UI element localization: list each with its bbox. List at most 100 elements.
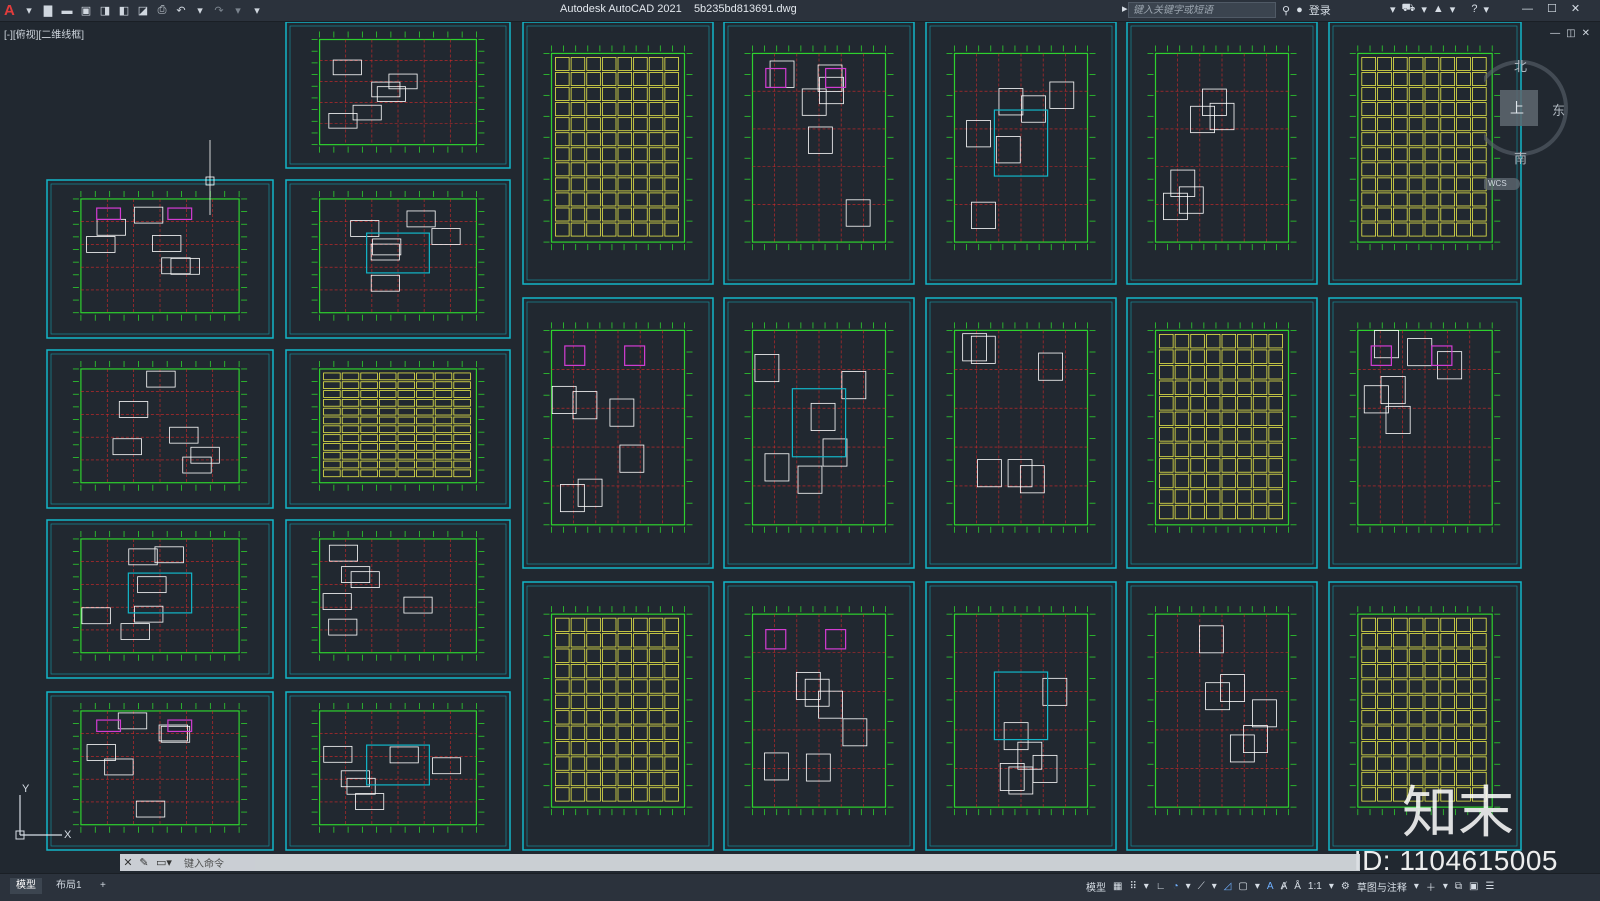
snap-icon[interactable]: ⠿ — [1129, 881, 1136, 892]
drawing-sheet — [925, 21, 1117, 285]
workspace-dropdown-icon[interactable]: ▾ — [1414, 881, 1419, 892]
cmd-recent-icon[interactable]: ▭▾ — [152, 856, 176, 869]
save-icon[interactable]: ▣ — [78, 3, 94, 19]
drawing-sheet — [285, 519, 511, 679]
drawing-sheet — [925, 581, 1117, 851]
new-icon[interactable]: ▇ — [40, 3, 56, 19]
status-tools: 模型 ▦ ⠿ ▾ ∟ ◔ ▾ ⟋ ▾ ◿ ▢ ▾ A Ⱥ Å 1:1 ▾ ⚙ 草… — [1086, 879, 1494, 894]
triangle-icon[interactable]: ▲ — [1433, 3, 1444, 15]
scale-dropdown-icon[interactable]: ▾ — [1329, 881, 1334, 892]
ucs-icon: YX — [15, 783, 72, 841]
compass-north[interactable]: 北 — [1514, 56, 1527, 75]
compass-east[interactable]: 东 — [1552, 100, 1565, 119]
drawing-sheet — [1126, 21, 1318, 285]
drawing-sheet — [522, 581, 714, 851]
viewport-restore-icon[interactable]: ◫ — [1566, 28, 1575, 39]
title-right-tools: ⚲ ● 登录 — [1282, 2, 1331, 18]
undo-dropdown-icon[interactable]: ▾ — [192, 3, 208, 19]
tab-layout1[interactable]: 布局1 — [50, 878, 88, 894]
drawing-sheet — [285, 21, 511, 169]
grid-icon[interactable]: ▦ — [1113, 881, 1122, 892]
drawing-sheet — [1328, 297, 1522, 569]
viewport-minimize-icon[interactable]: — — [1550, 28, 1560, 39]
help-dropdown-icon[interactable]: ▾ — [1483, 3, 1489, 16]
redo-icon[interactable]: ↷ — [211, 3, 227, 19]
cmd-settings-icon[interactable]: ✎ — [136, 856, 152, 869]
drawing-sheet — [1126, 581, 1318, 851]
open-icon[interactable]: ▬ — [59, 3, 75, 19]
isodraft-icon[interactable]: ⟋ — [1198, 881, 1205, 892]
command-input[interactable]: 键入命令 — [184, 855, 224, 870]
login-dropdown-icon[interactable]: ▾ — [1390, 3, 1396, 16]
object-snap-icon[interactable]: ◿ — [1224, 881, 1232, 892]
window-title: Autodesk AutoCAD 2021 5b235bd813691.dwg — [560, 3, 797, 15]
quick-properties-icon[interactable]: ⧉ — [1455, 881, 1462, 892]
isodraft-dropdown-icon[interactable]: ▾ — [1212, 881, 1217, 892]
cmd-close-icon[interactable]: ✕ — [120, 856, 136, 869]
web-open-icon[interactable]: ◧ — [116, 3, 132, 19]
drawing-canvas[interactable]: YX — [0, 21, 1600, 870]
clean-screen-icon[interactable]: ▣ — [1469, 881, 1478, 892]
drawing-sheet — [46, 691, 274, 851]
undo-icon[interactable]: ↶ — [173, 3, 189, 19]
status-bar: 模型 布局1 + 模型 ▦ ⠿ ▾ ∟ ◔ ▾ ⟋ ▾ ◿ ▢ ▾ A Ⱥ Å … — [0, 873, 1600, 901]
workspace-label[interactable]: 草图与注释 — [1357, 879, 1407, 894]
app-title: Autodesk AutoCAD 2021 — [560, 3, 682, 15]
annotation-scale-icon[interactable]: Å — [1294, 881, 1301, 892]
customize-toolbar-icon[interactable]: ▾ — [249, 3, 265, 19]
snap-dropdown-icon[interactable]: ▾ — [1144, 881, 1149, 892]
cart-icon[interactable]: ⛟ — [1402, 2, 1416, 16]
workspace-gear-icon[interactable]: ⚙ — [1341, 881, 1350, 892]
redo-dropdown-icon[interactable]: ▾ — [230, 3, 246, 19]
app-menu-chevron-icon[interactable]: ▾ — [21, 3, 37, 19]
drawing-sheet — [285, 179, 511, 339]
ortho-icon[interactable]: ∟ — [1156, 881, 1166, 892]
saveas-icon[interactable]: ◨ — [97, 3, 113, 19]
search-expand-icon[interactable]: ▸ — [1122, 2, 1128, 15]
units-dropdown-icon[interactable]: ▾ — [1443, 881, 1448, 892]
viewport-close-icon[interactable]: ✕ — [1582, 28, 1590, 39]
annotation-visibility-icon[interactable]: A — [1267, 881, 1274, 892]
ucs-y-label: Y — [22, 783, 30, 795]
model-space-label[interactable]: 模型 — [1086, 879, 1106, 894]
add-layout-icon[interactable]: + — [94, 878, 112, 894]
maximize-icon[interactable]: ☐ — [1547, 2, 1557, 15]
quick-access-toolbar: A ▾ ▇ ▬ ▣ ◨ ◧ ◪ ⎙ ↶ ▾ ↷ ▾ ▾ — [0, 2, 265, 19]
zoom-plus-icon[interactable]: ＋ — [1426, 879, 1436, 894]
title-right-tools-2: ▾ ⛟ ▾ ▲ ▾ ? ▾ — [1390, 2, 1489, 16]
view-cube[interactable]: 北 东 南 上 WCS — [1472, 56, 1578, 196]
osnap-track-icon[interactable]: ▢ — [1238, 881, 1247, 892]
web-save-icon[interactable]: ◪ — [135, 3, 151, 19]
login-label[interactable]: 登录 — [1309, 2, 1331, 18]
polar-dropdown-icon[interactable]: ▾ — [1186, 881, 1191, 892]
customize-icon[interactable]: ☰ — [1485, 881, 1494, 892]
drawing-sheet — [723, 297, 915, 569]
drawing-sheet — [46, 349, 274, 509]
drawing-sheet — [285, 349, 511, 509]
search-placeholder: 键入关键字或短语 — [1133, 5, 1213, 16]
help-icon[interactable]: ? — [1471, 3, 1477, 15]
search-input[interactable]: 键入关键字或短语 — [1128, 2, 1276, 18]
compass-south[interactable]: 南 — [1514, 148, 1527, 167]
cart-dropdown-icon[interactable]: ▾ — [1421, 3, 1427, 16]
ucs-x-label: X — [64, 829, 72, 841]
tab-model[interactable]: 模型 — [10, 878, 42, 894]
app-logo-icon[interactable]: A — [4, 2, 18, 19]
autoscale-icon[interactable]: Ⱥ — [1281, 881, 1288, 892]
osnap-dropdown-icon[interactable]: ▾ — [1255, 881, 1260, 892]
search-icon[interactable]: ⚲ — [1282, 4, 1290, 17]
brand-watermark: 知末 — [1402, 781, 1514, 846]
polar-icon[interactable]: ◔ — [1173, 881, 1179, 892]
close-icon[interactable]: ✕ — [1571, 2, 1580, 15]
plot-icon[interactable]: ⎙ — [154, 3, 170, 19]
annotation-scale-value[interactable]: 1:1 — [1308, 881, 1322, 892]
viewport-label[interactable]: [-][俯视][二维线框] — [4, 26, 84, 41]
wcs-menu[interactable]: WCS — [1488, 179, 1507, 188]
minimize-icon[interactable]: — — [1522, 3, 1533, 15]
drawing-area[interactable]: YX — [0, 21, 1600, 870]
view-cube-top[interactable]: 上 — [1510, 98, 1524, 118]
drawing-sheet — [925, 297, 1117, 569]
triangle-dropdown-icon[interactable]: ▾ — [1450, 3, 1456, 16]
user-icon[interactable]: ● — [1296, 4, 1303, 16]
drawing-sheet — [522, 297, 714, 569]
